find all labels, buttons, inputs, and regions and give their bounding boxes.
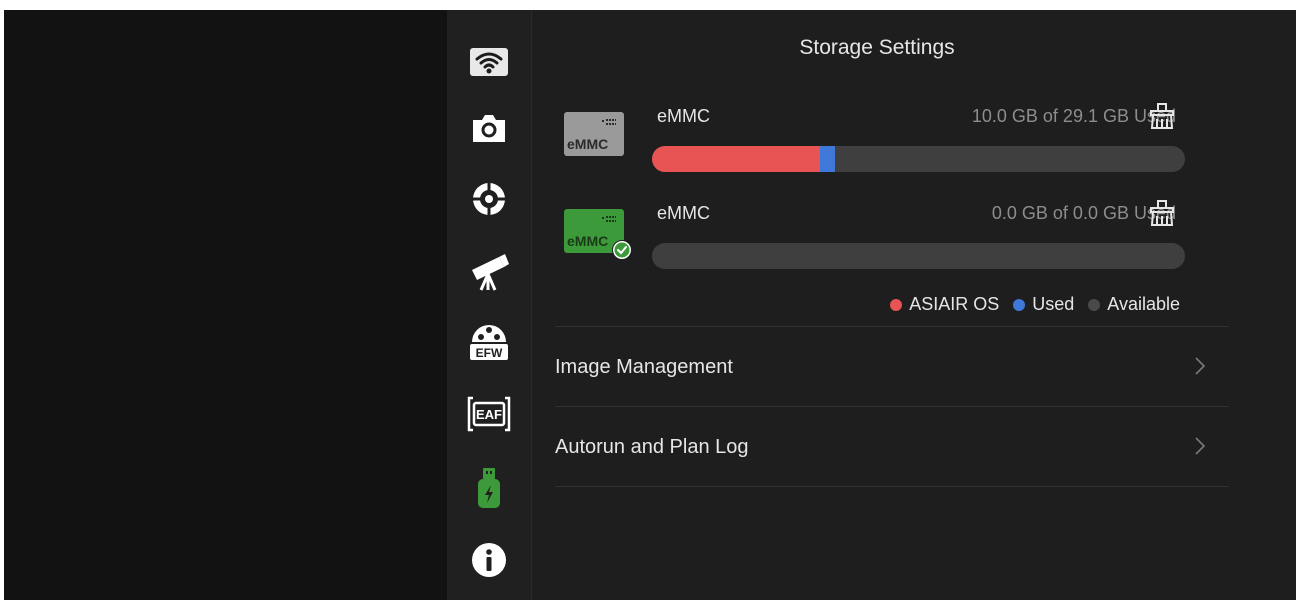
- drive-icon-dot: [609, 216, 611, 218]
- legend-dot: [1088, 298, 1101, 311]
- menu-item-label: Autorun and Plan Log: [555, 436, 749, 458]
- drive-icon-dot: [606, 123, 608, 125]
- filter-wheel-icon[interactable]: EFW: [465, 316, 513, 364]
- menu-item-label: Image Management: [555, 356, 733, 378]
- drive-icon-dot: [615, 119, 616, 121]
- camera-icon[interactable]: [465, 104, 513, 152]
- menu-item-image-management[interactable]: Image Management: [555, 328, 1229, 406]
- drive-icon-dot: [615, 220, 616, 222]
- drive-icon-dot: [606, 119, 608, 121]
- storage-entry-internal: eMMC eMMC 10.0 GB of 29.1 GB Used: [532, 100, 1296, 190]
- divider: [555, 326, 1229, 327]
- clean-icon[interactable]: [1148, 102, 1176, 130]
- telescope-icon[interactable]: [465, 248, 513, 296]
- emmc-drive-icon: eMMC: [564, 112, 624, 156]
- chevron-right-icon: [1195, 437, 1205, 455]
- legend-dot: [890, 298, 903, 311]
- drive-icon-dot: [615, 216, 616, 218]
- drive-icon-dot: [612, 216, 614, 218]
- divider: [555, 406, 1229, 407]
- legend-dot: [1013, 298, 1026, 311]
- drive-icon-dot: [606, 216, 608, 218]
- storage-legend: ASIAIR OS Used Available: [876, 294, 1180, 315]
- selected-check-icon: [612, 240, 632, 260]
- legend-label: Available: [1107, 294, 1180, 314]
- drive-icon-dot: [606, 220, 608, 222]
- clean-icon[interactable]: [1148, 199, 1176, 227]
- focuser-icon[interactable]: EAF: [465, 390, 513, 438]
- efw-label: EFW: [476, 346, 503, 360]
- drive-icon-label: eMMC: [567, 233, 609, 249]
- mount-icon[interactable]: [465, 175, 513, 223]
- drive-icon-dot: [602, 217, 604, 219]
- chevron-right-icon: [1195, 357, 1205, 375]
- drive-icon-dot: [609, 123, 611, 125]
- page-title: Storage Settings: [799, 36, 955, 59]
- storage-usage-bar: [652, 243, 1185, 269]
- drive-name: eMMC: [657, 203, 710, 223]
- asiair-os-segment: [652, 146, 820, 172]
- drive-icon-dot: [612, 220, 614, 222]
- usage-text: 10.0 GB of 29.1 GB Used: [971, 106, 1176, 126]
- info-icon[interactable]: [465, 536, 513, 584]
- legend-label: Used: [1032, 294, 1075, 314]
- legend-item-available: Available: [1088, 294, 1180, 315]
- drive-icon-label: eMMC: [567, 136, 609, 152]
- wifi-icon[interactable]: [465, 38, 513, 86]
- legend-label: ASIAIR OS: [909, 294, 1000, 314]
- storage-usage-bar: [652, 146, 1185, 172]
- settings-icon-rail: EFW EAF: [447, 10, 532, 600]
- storage-icon[interactable]: [465, 464, 513, 512]
- storage-entry-usb: eMMC eMMC 0.0 GB of 0.0 GB Used: [532, 197, 1296, 287]
- used-segment: [819, 146, 836, 172]
- divider: [555, 486, 1229, 487]
- legend-item-asiair-os: ASIAIR OS: [890, 294, 999, 315]
- storage-settings-panel: Storage Settings eMMC eMMC 10.0 GB of 29…: [532, 10, 1296, 600]
- drive-icon-dot: [609, 119, 611, 121]
- eaf-label: EAF: [476, 407, 502, 422]
- drive-icon-dot: [602, 120, 604, 122]
- drive-icon-dot: [612, 119, 614, 121]
- menu-item-autorun-plan-log[interactable]: Autorun and Plan Log: [555, 408, 1229, 486]
- drive-icon-dot: [612, 123, 614, 125]
- legend-item-used: Used: [1013, 294, 1074, 315]
- drive-icon-dot: [615, 123, 616, 125]
- drive-icon-dot: [609, 220, 611, 222]
- preview-area: [4, 10, 447, 600]
- app-screen: EFW EAF Storage Settings eMMC eMMC 10.0 …: [4, 10, 1296, 600]
- drive-name: eMMC: [657, 106, 710, 126]
